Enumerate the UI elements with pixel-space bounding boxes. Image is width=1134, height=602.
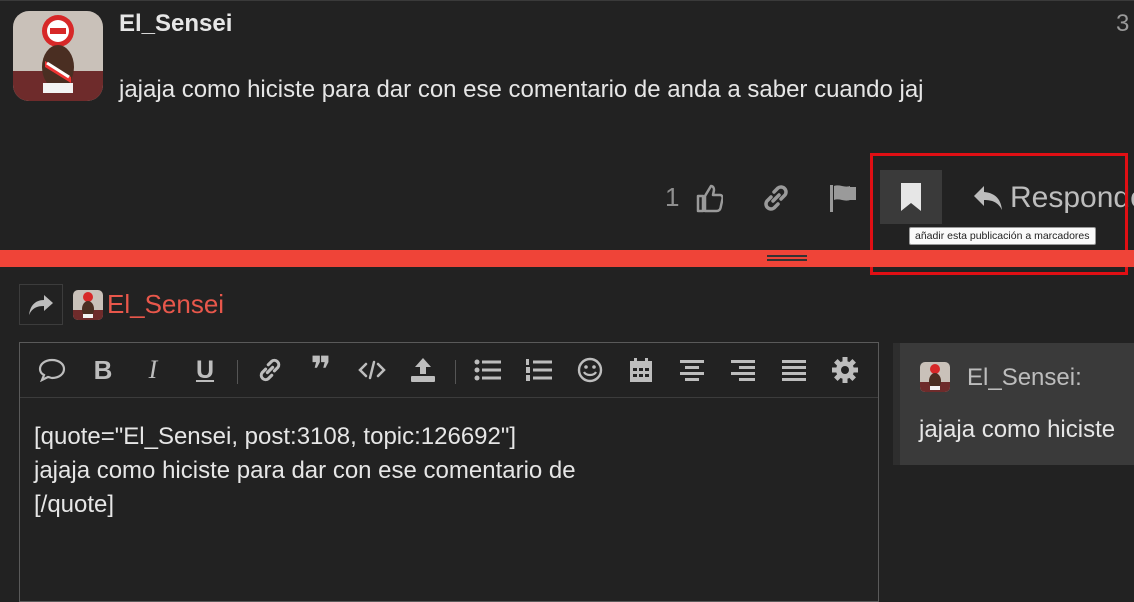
like-count[interactable]: 1 xyxy=(665,182,679,213)
align-right-icon[interactable] xyxy=(723,343,763,397)
top-divider xyxy=(0,0,1134,1)
emoji-icon[interactable] xyxy=(570,343,610,397)
editor-toolbar: B I U ❞ xyxy=(20,343,878,398)
bold-icon[interactable]: B xyxy=(83,343,123,397)
reply-to-avatar xyxy=(73,290,103,320)
post-username[interactable]: El_Sensei xyxy=(119,10,232,38)
post-date[interactable]: 3 xyxy=(1116,10,1129,38)
editor-line: [quote="El_Sensei, post:3108, topic:1266… xyxy=(34,423,517,450)
editor-textarea[interactable]: [quote="El_Sensei, post:3108, topic:1266… xyxy=(34,420,576,522)
share-arrow-icon xyxy=(29,294,53,315)
copy-link-button[interactable] xyxy=(756,176,796,220)
editor-line: jajaja como hiciste para dar con ese com… xyxy=(34,457,576,484)
reply-to-username[interactable]: El_Sensei xyxy=(107,289,224,320)
underline-icon[interactable]: U xyxy=(185,343,225,397)
avatar[interactable] xyxy=(13,11,103,101)
code-icon[interactable] xyxy=(352,343,392,397)
editor-line: [/quote] xyxy=(34,491,115,518)
link-icon xyxy=(764,185,788,211)
toolbar-divider xyxy=(237,360,238,384)
like-button[interactable] xyxy=(689,176,729,220)
composer-resize-bar[interactable] xyxy=(0,250,1134,267)
italic-icon[interactable]: I xyxy=(133,343,173,397)
flag-icon xyxy=(830,185,856,212)
gear-icon[interactable] xyxy=(825,343,865,397)
preview-body: jajaja como hiciste xyxy=(919,416,1116,443)
post-body: jajaja como hiciste para dar con ese com… xyxy=(119,76,924,103)
grip-handle-icon[interactable] xyxy=(767,255,807,261)
preview-username: El_Sensei: xyxy=(967,364,1082,391)
align-center-icon[interactable] xyxy=(672,343,712,397)
thumbs-up-icon xyxy=(696,184,723,213)
speech-bubble-icon[interactable] xyxy=(32,343,72,397)
numbered-list-icon[interactable] xyxy=(519,343,559,397)
justify-icon[interactable] xyxy=(774,343,814,397)
upload-icon[interactable] xyxy=(403,343,443,397)
preview-quote-border xyxy=(893,343,900,465)
toolbar-divider xyxy=(455,360,456,384)
link-icon[interactable] xyxy=(250,343,290,397)
bullet-list-icon[interactable] xyxy=(468,343,508,397)
quote-icon[interactable]: ❞ xyxy=(301,343,341,397)
flag-button[interactable] xyxy=(823,176,863,220)
preview-avatar xyxy=(920,362,950,392)
composer-action-button[interactable] xyxy=(19,284,63,325)
calendar-icon[interactable] xyxy=(621,343,661,397)
